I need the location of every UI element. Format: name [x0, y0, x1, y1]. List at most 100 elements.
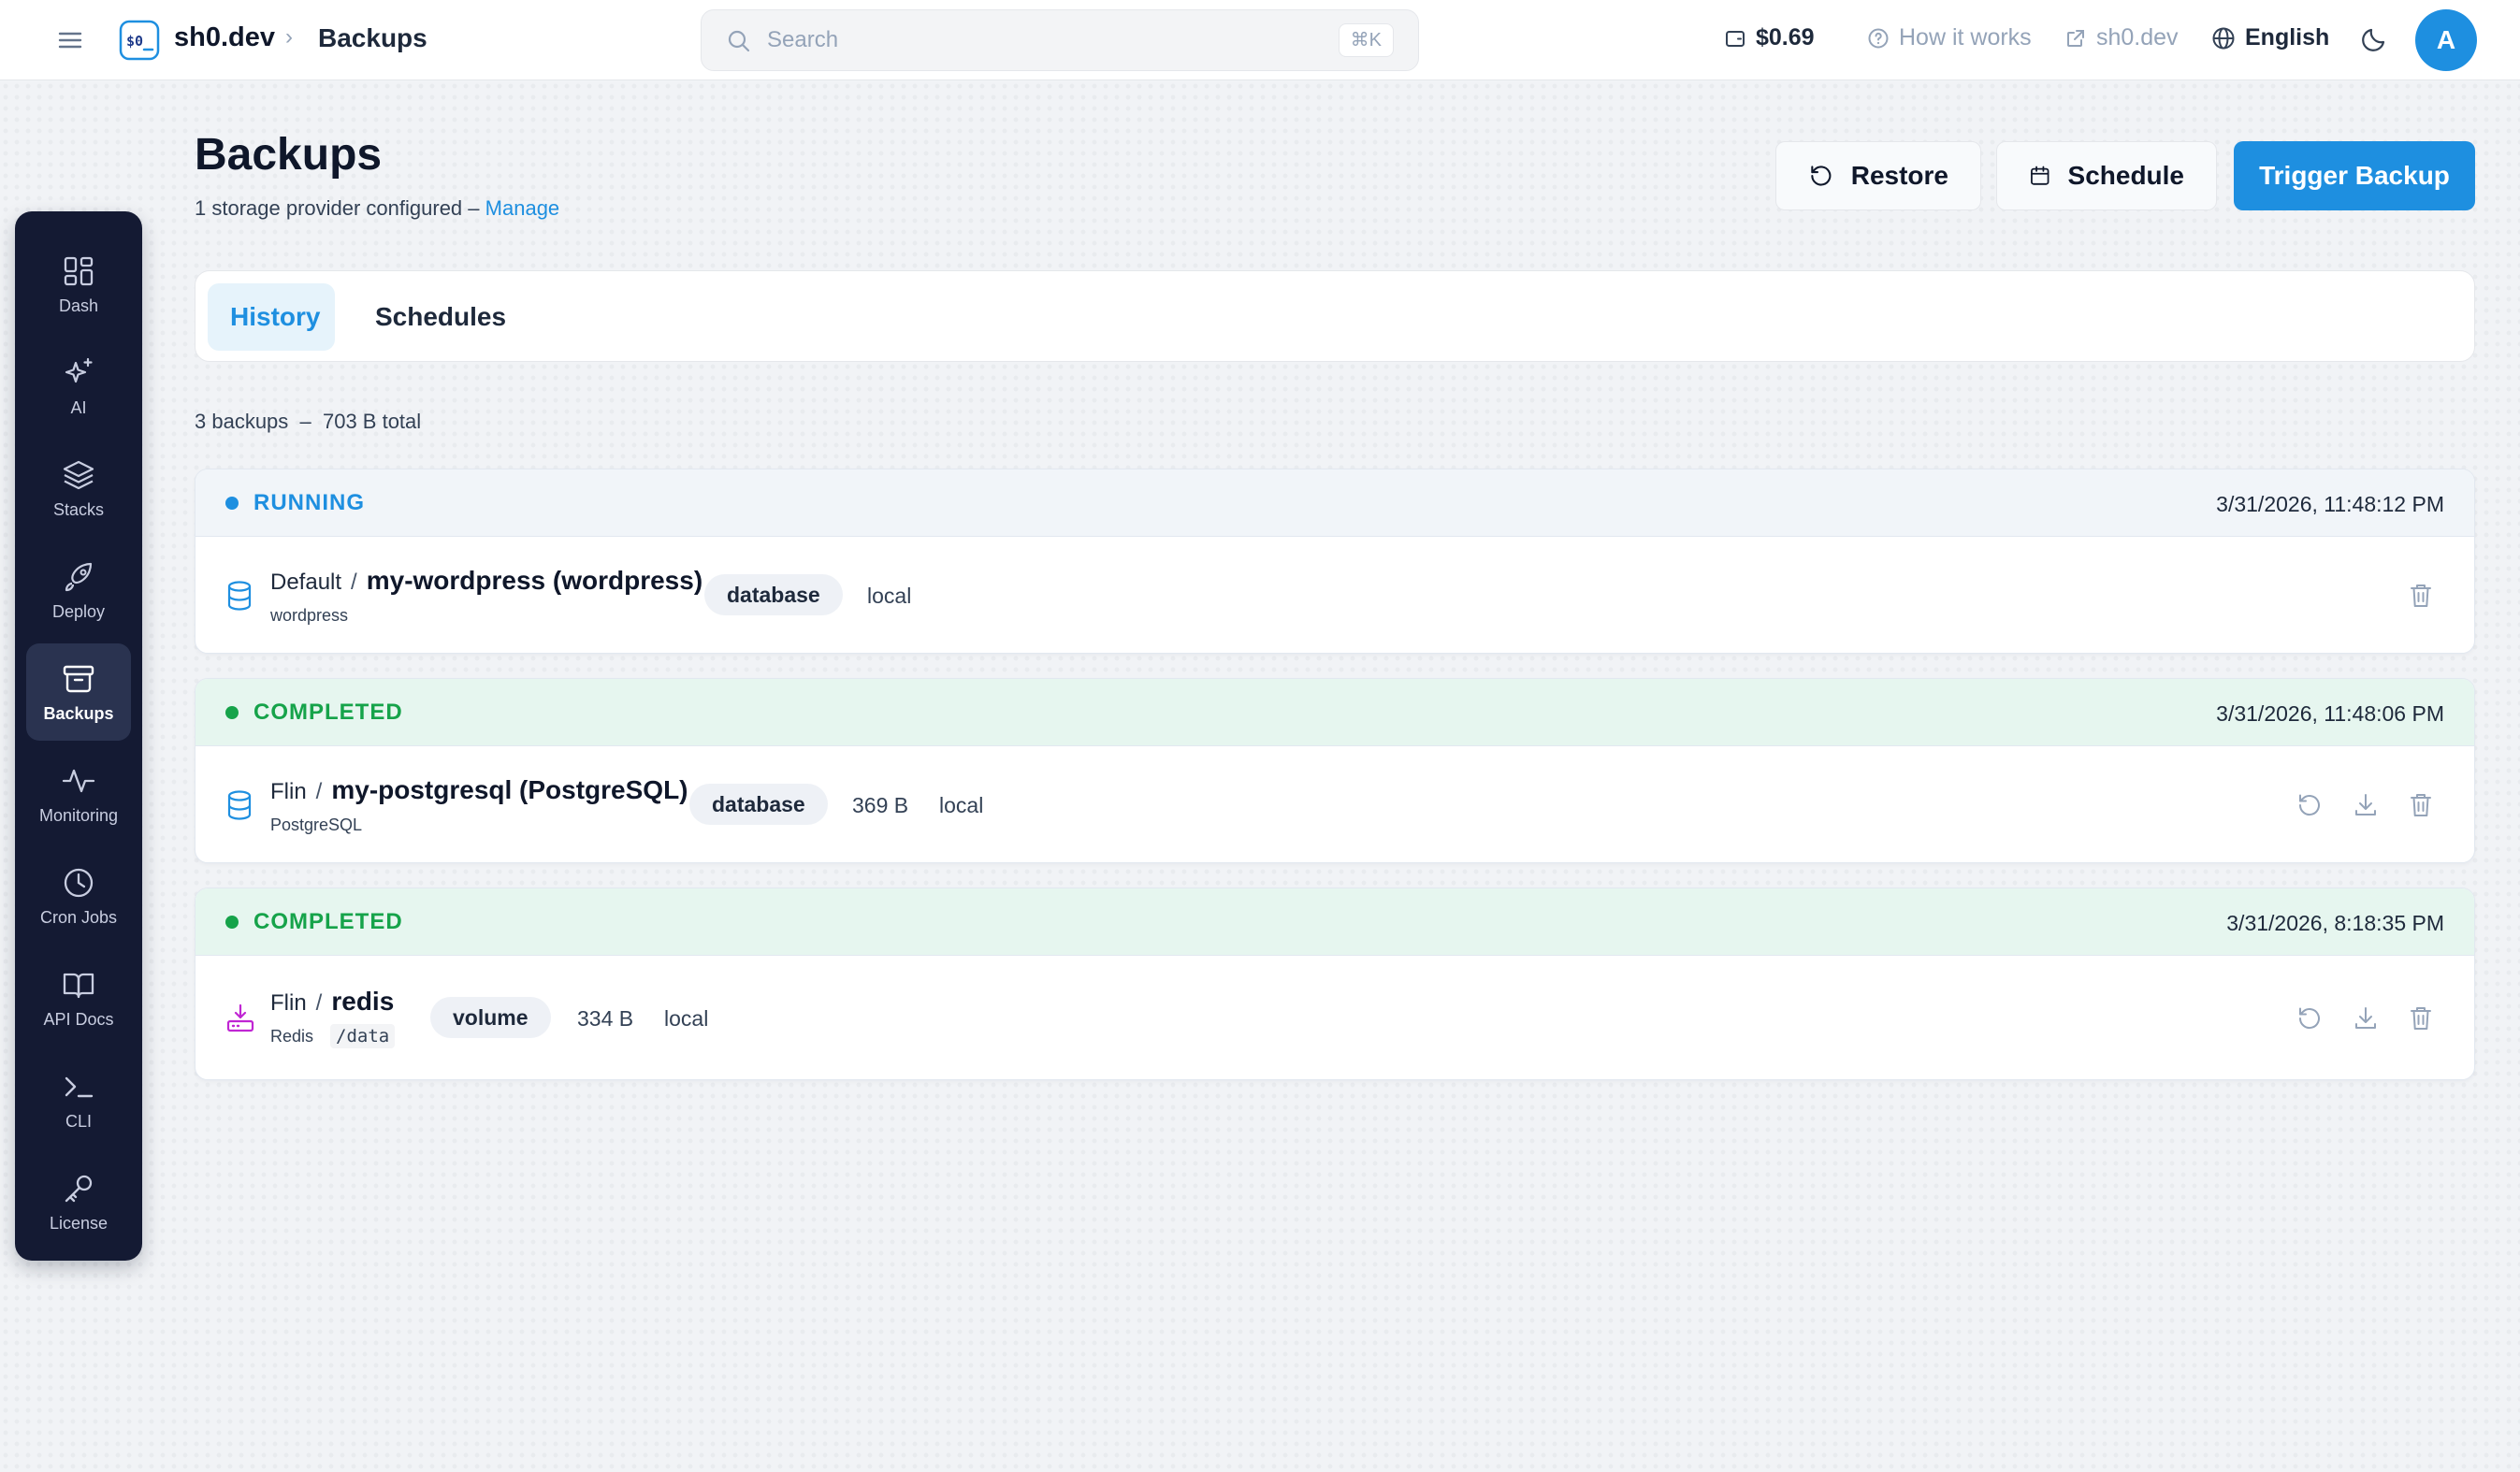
wallet-icon	[1726, 30, 1745, 47]
sidebar-item-label: Backups	[43, 703, 114, 723]
activity-icon	[62, 769, 95, 792]
backup-type-badge: database	[689, 784, 828, 825]
restore-button[interactable]: Restore	[1775, 141, 1981, 210]
resource-engine-label: Redis	[270, 1027, 314, 1046]
search-icon	[728, 30, 750, 52]
sidebar-item-label: API Docs	[43, 1009, 114, 1029]
delete-icon[interactable]	[2408, 1004, 2434, 1032]
how-it-works-label: How it works	[1899, 24, 2032, 51]
restore-icon[interactable]	[2296, 1004, 2324, 1032]
sidebar-item-dash[interactable]: Dash	[26, 236, 131, 333]
status-label: RUNNING	[253, 490, 365, 515]
backup-type-badge: database	[704, 574, 843, 615]
resource-name: redis	[331, 987, 395, 1016]
tab-bar: History Schedules	[195, 270, 2475, 362]
tab-history[interactable]: History	[208, 283, 335, 351]
sidebar-item-backups[interactable]: Backups	[26, 643, 131, 741]
resource-name: my-wordpress (wordpress)	[366, 566, 703, 595]
storage-location: local	[664, 1006, 709, 1031]
sidebar-item-cron-jobs[interactable]: Cron Jobs	[26, 847, 131, 945]
sidebar-item-ai[interactable]: AI	[26, 338, 131, 435]
breadcrumb-current: Backups	[318, 23, 427, 52]
path-separator: /	[315, 990, 323, 1016]
hard-drive-download-icon	[226, 1003, 254, 1032]
brand-name[interactable]: sh0.dev	[174, 22, 275, 53]
sidebar-item-label: CLI	[65, 1111, 92, 1131]
external-site-label: sh0.dev	[2096, 24, 2179, 51]
database-icon	[227, 790, 252, 820]
schedule-button[interactable]: Schedule	[1996, 141, 2217, 210]
sidebar-item-stacks[interactable]: Stacks	[26, 440, 131, 537]
language-selector[interactable]: English	[2211, 24, 2329, 51]
backup-resource-title: Flin / my-postgresql (PostgreSQL)	[270, 775, 688, 805]
resource-engine: Redis/data	[270, 1024, 396, 1048]
help-circle-icon	[1868, 28, 1889, 48]
logo-icon[interactable]: $0	[118, 19, 161, 62]
delete-icon[interactable]	[2408, 791, 2434, 819]
backup-timestamp: 3/31/2026, 8:18:35 PM	[2226, 911, 2444, 935]
sidebar-item-label: Dash	[58, 296, 99, 315]
top-bar: $0 sh0.dev › Backups Search ⌘K $0.69 How…	[0, 0, 2520, 80]
calendar-icon	[2031, 166, 2049, 185]
archive-icon	[63, 665, 94, 692]
sidebar-item-cli[interactable]: CLI	[26, 1051, 131, 1148]
sidebar-item-label: Monitoring	[38, 805, 119, 825]
trigger-backup-button[interactable]: Trigger Backup	[2234, 141, 2475, 210]
backup-size: 334 B	[577, 1006, 634, 1031]
sidebar-item-monitoring[interactable]: Monitoring	[26, 745, 131, 843]
status-badge: RUNNING	[225, 490, 365, 516]
status-label: COMPLETED	[253, 700, 403, 725]
svg-text:$0: $0	[126, 33, 143, 50]
storage-provider-text: 1 storage provider configured –	[195, 196, 480, 220]
search-placeholder: Search	[767, 27, 839, 52]
language-label: English	[2245, 24, 2330, 51]
path-separator: /	[315, 779, 323, 804]
restore-icon[interactable]	[2296, 791, 2324, 819]
sidebar-item-license[interactable]: License	[26, 1153, 131, 1250]
external-link-icon	[2067, 29, 2084, 47]
menu-icon[interactable]	[56, 26, 84, 54]
sidebar-item-deploy[interactable]: Deploy	[26, 541, 131, 639]
sidebar-item-label: AI	[70, 397, 87, 417]
sidebar-item-label: Cron Jobs	[39, 907, 118, 927]
book-icon	[63, 973, 94, 998]
schedule-button-label: Schedule	[2067, 161, 2184, 190]
backup-card-header: RUNNING 3/31/2026, 11:48:12 PM	[196, 469, 2474, 537]
moon-icon[interactable]	[2359, 24, 2389, 54]
external-site-link[interactable]: sh0.dev	[2064, 24, 2179, 51]
sidebar-item-api-docs[interactable]: API Docs	[26, 949, 131, 1046]
backup-card-header: COMPLETED 3/31/2026, 8:18:35 PM	[196, 888, 2474, 956]
tab-schedules[interactable]: Schedules	[353, 283, 529, 351]
balance-value: $0.69	[1756, 24, 1815, 51]
search-input[interactable]: Search ⌘K	[701, 9, 1419, 71]
backup-card: COMPLETED 3/31/2026, 11:48:06 PM Flin / my…	[195, 678, 2475, 863]
key-icon	[65, 1175, 93, 1202]
resource-engine: wordpress	[270, 606, 349, 625]
backup-size: 369 B	[852, 793, 909, 817]
sidebar-item-label: Deploy	[51, 601, 106, 621]
balance-display[interactable]: $0.69	[1724, 24, 1815, 51]
download-icon[interactable]	[2352, 1004, 2380, 1032]
volume-path: /data	[330, 1024, 396, 1048]
backup-card: RUNNING 3/31/2026, 11:48:12 PM Default / m…	[195, 469, 2475, 654]
manage-storage-link[interactable]: Manage	[485, 196, 560, 220]
download-icon[interactable]	[2352, 791, 2380, 819]
backup-resource-title: Default / my-wordpress (wordpress)	[270, 566, 702, 596]
how-it-works-link[interactable]: How it works	[1867, 24, 2032, 51]
storage-location: local	[939, 793, 984, 817]
path-separator: /	[351, 570, 357, 595]
status-badge: COMPLETED	[225, 700, 403, 726]
storage-location: local	[867, 584, 912, 608]
resource-name: my-postgresql (PostgreSQL)	[331, 775, 688, 804]
delete-icon[interactable]	[2408, 582, 2434, 610]
dashboard-icon	[64, 256, 94, 285]
status-label: COMPLETED	[253, 909, 403, 934]
search-shortcut-badge: ⌘K	[1338, 23, 1394, 57]
avatar[interactable]: A	[2415, 9, 2477, 71]
breadcrumb-chevron-icon: ›	[285, 24, 293, 50]
resource-engine: PostgreSQL	[270, 815, 363, 834]
project-name: Default	[270, 570, 342, 595]
sidebar: Dash AI Stacks Deploy Backups Monitoring…	[15, 211, 142, 1261]
project-name: Flin	[270, 990, 307, 1016]
trigger-backup-label: Trigger Backup	[2259, 161, 2450, 190]
